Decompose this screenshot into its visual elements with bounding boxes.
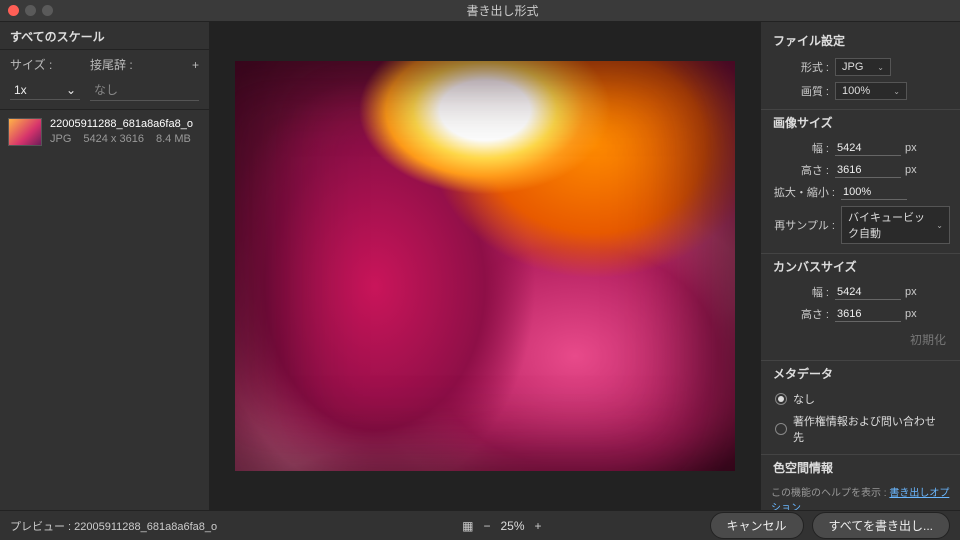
add-scale-button[interactable]: + — [183, 58, 199, 72]
metadata-header: メタデータ — [761, 360, 960, 388]
suffix-input[interactable]: なし — [90, 79, 199, 101]
radio-icon — [775, 423, 787, 435]
help-row: この機能のヘルプを表示 : 書き出しオプション — [761, 482, 960, 510]
canvas-height-input[interactable] — [835, 307, 901, 322]
file-settings-header: ファイル設定 — [761, 28, 960, 55]
preview-image — [235, 61, 735, 471]
colorspace-header: 色空間情報 — [761, 454, 960, 482]
resample-label: 再サンプル : — [771, 217, 835, 233]
reset-button: 初期化 — [761, 325, 960, 354]
asset-dimensions: 5424 x 3616 — [83, 133, 144, 145]
canvas-height-label: 高さ : — [771, 306, 829, 322]
maximize-window-icon — [42, 5, 53, 16]
asset-thumbnail — [8, 118, 42, 146]
chevron-down-icon: ⌄ — [877, 63, 884, 72]
suffix-label: 接尾辞 : — [90, 56, 183, 73]
radio-icon — [775, 393, 787, 405]
px-unit: px — [905, 286, 917, 298]
px-unit: px — [905, 164, 917, 176]
scale-label: 拡大・縮小 : — [771, 184, 835, 200]
height-label: 高さ : — [771, 162, 829, 178]
metadata-copyright-radio[interactable]: 著作権情報および問い合わせ先 — [761, 410, 960, 448]
preview-label: プレビュー : 22005911288_681a8a6fa8_o — [10, 518, 217, 534]
zoom-value: 25% — [500, 519, 524, 533]
quality-label: 画質 : — [771, 83, 829, 99]
canvas-width-label: 幅 : — [771, 284, 829, 300]
size-select[interactable]: 1x ⌄ — [10, 81, 80, 100]
scale-input[interactable] — [841, 185, 907, 200]
format-select[interactable]: JPG⌄ — [835, 58, 891, 76]
width-input[interactable] — [835, 141, 901, 156]
format-label: 形式 : — [771, 59, 829, 75]
cancel-button[interactable]: キャンセル — [710, 512, 804, 539]
footer-bar: プレビュー : 22005911288_681a8a6fa8_o ▦ − 25%… — [0, 510, 960, 540]
zoom-out-icon[interactable]: − — [483, 519, 490, 533]
scale-panel-header: すべてのスケール — [0, 22, 209, 50]
image-size-header: 画像サイズ — [761, 109, 960, 137]
window-controls — [8, 5, 53, 16]
asset-format: JPG — [50, 133, 71, 145]
zoom-in-icon[interactable]: + — [535, 519, 542, 533]
px-unit: px — [905, 142, 917, 154]
settings-panel: ファイル設定 形式 : JPG⌄ 画質 : 100%⌄ 画像サイズ 幅 : px… — [760, 22, 960, 510]
canvas-size-header: カンバスサイズ — [761, 253, 960, 281]
window-title: 書き出し形式 — [53, 2, 952, 19]
resample-select[interactable]: バイキュービック自動⌄ — [841, 206, 950, 244]
height-input[interactable] — [835, 163, 901, 178]
title-bar: 書き出し形式 — [0, 0, 960, 22]
export-all-button[interactable]: すべてを書き出し... — [812, 512, 950, 539]
asset-filesize: 8.4 MB — [156, 133, 191, 145]
grid-toggle-icon[interactable]: ▦ — [462, 519, 473, 533]
metadata-none-radio[interactable]: なし — [761, 388, 960, 410]
size-label: サイズ : — [10, 56, 90, 73]
minimize-window-icon — [25, 5, 36, 16]
canvas-width-input[interactable] — [835, 285, 901, 300]
quality-select[interactable]: 100%⌄ — [835, 82, 907, 100]
chevron-down-icon: ⌄ — [936, 221, 943, 230]
preview-area — [210, 22, 760, 510]
close-window-icon[interactable] — [8, 5, 19, 16]
chevron-down-icon: ⌄ — [893, 87, 900, 96]
px-unit: px — [905, 308, 917, 320]
size-value: 1x — [14, 83, 27, 97]
asset-row[interactable]: 22005911288_681a8a6fa8_o JPG 5424 x 3616… — [0, 109, 209, 154]
asset-name: 22005911288_681a8a6fa8_o — [50, 118, 201, 130]
chevron-down-icon: ⌄ — [66, 83, 76, 97]
width-label: 幅 : — [771, 140, 829, 156]
scale-panel: すべてのスケール サイズ : 接尾辞 : + 1x ⌄ なし 220059112… — [0, 22, 210, 510]
